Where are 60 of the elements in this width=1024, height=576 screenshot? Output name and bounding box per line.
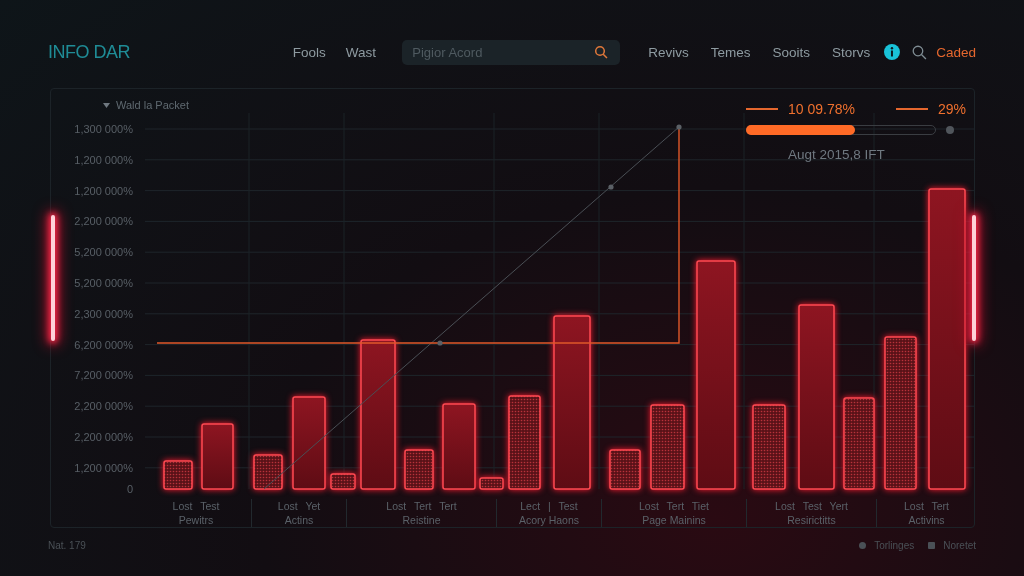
axis-label: 5,200 000%: [74, 245, 133, 261]
axis-label: Reistine: [402, 512, 441, 527]
data-point: [608, 184, 614, 190]
date-label: Augt 2015,8 IFT: [787, 147, 886, 162]
axis-label: 5,200 000%: [74, 276, 133, 291]
legend-label: Wald la Packet: [116, 99, 189, 111]
dash-icon: [746, 108, 778, 110]
hatched-bar: [163, 460, 193, 490]
hatched-bar: [404, 449, 434, 490]
nav-link[interactable]: Revivs: [648, 44, 689, 60]
axis-label: Lost Tert: [903, 498, 950, 513]
axis-label: 1,200 000%: [74, 183, 133, 199]
nav-link[interactable]: Storvs: [832, 44, 871, 60]
axis-label: 1,300 000%: [74, 122, 133, 137]
nav-link[interactable]: Temes: [710, 44, 751, 60]
data-point: [676, 124, 682, 130]
footer-label: Nat. 179: [48, 540, 86, 551]
nav-link[interactable]: Fools: [292, 44, 326, 60]
axis-label: 7,200 000%: [74, 368, 133, 384]
dash-icon: [895, 108, 928, 110]
info-icon[interactable]: [884, 44, 901, 60]
action-link[interactable]: Caded: [936, 44, 976, 60]
axis-label: 1,200 000%: [74, 460, 133, 476]
axis-label: 2,200 000%: [74, 214, 133, 230]
axis-label: Lost Tert Tert: [386, 498, 457, 513]
axis-label: 2,200 000%: [74, 429, 133, 445]
readout-value: 10 09.78%: [788, 101, 855, 117]
axis-label: Pewitrs: [178, 512, 214, 527]
axis-label: Acory Haons: [518, 512, 580, 527]
axis-label: Page Mainins: [642, 512, 706, 527]
square-icon: [928, 542, 936, 549]
circle-icon: [859, 542, 867, 549]
hatched-bar: [253, 454, 283, 490]
search-icon[interactable]: [912, 44, 928, 60]
data-point: [437, 340, 443, 346]
axis-label: Lost Test Yert: [775, 498, 848, 513]
axis-label: 0: [126, 481, 133, 497]
hatched-bar: [609, 449, 641, 490]
nav-link[interactable]: Wast: [345, 44, 377, 60]
axis-label: Resirictitts: [787, 512, 836, 527]
axis-label: Activins: [908, 512, 945, 527]
caret-icon[interactable]: [103, 102, 110, 108]
axis-label: 6,200 000%: [74, 337, 133, 353]
hatched-bar: [479, 477, 504, 490]
axis-label: Lect | Test: [520, 498, 578, 513]
axis-label: 2,200 000%: [74, 399, 133, 415]
axis-label: Lost Test: [172, 498, 220, 513]
logo: INFO DAR: [48, 41, 131, 63]
status-dot: [946, 126, 954, 134]
axis-label: 1,200 000%: [74, 152, 133, 168]
axis-label: Lost Tert Tiet: [639, 498, 709, 513]
nav-link[interactable]: Sooits: [772, 44, 811, 60]
search-icon: [594, 44, 609, 59]
axis-label: Actins: [284, 512, 314, 527]
bar: [201, 423, 234, 490]
hatched-bar: [330, 473, 356, 490]
search-field[interactable]: Pigior Acord: [402, 39, 621, 65]
readout-value: 29%: [937, 101, 966, 117]
axis-label: Lost Yet: [277, 498, 321, 513]
axis-label: 2,300 000%: [74, 306, 133, 322]
